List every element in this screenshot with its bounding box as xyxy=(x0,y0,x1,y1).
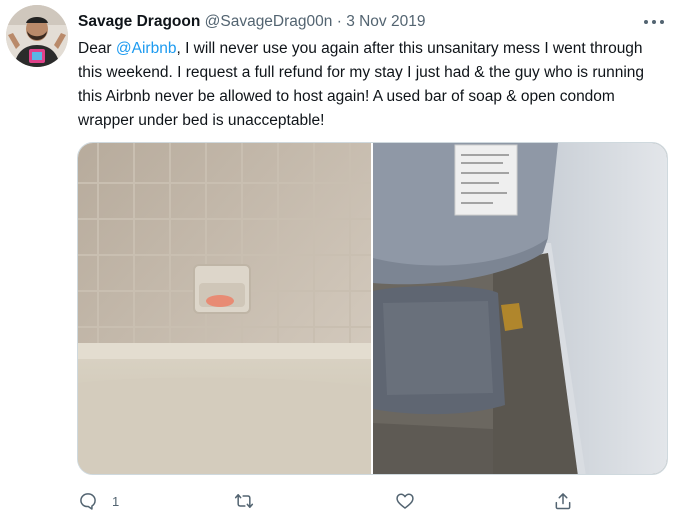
reply-bubble-icon xyxy=(80,493,96,510)
tweet-actions: 1 xyxy=(78,489,598,513)
more-options-icon[interactable] xyxy=(644,14,664,30)
tweet-date[interactable]: 3 Nov 2019 xyxy=(346,13,425,30)
avatar[interactable] xyxy=(6,5,68,67)
separator-dot: · xyxy=(336,13,342,30)
reply-count: 1 xyxy=(112,493,120,509)
tweet-text: Dear @Airbnb, I will never use you again… xyxy=(78,37,668,133)
share-upload-icon xyxy=(555,493,571,510)
heart-icon xyxy=(396,493,414,509)
under-bed-photo[interactable] xyxy=(373,143,667,474)
share-button[interactable] xyxy=(553,489,573,513)
mention-link[interactable]: @Airbnb xyxy=(116,40,177,57)
tweet-header: Savage Dragoon @SavageDrag00n · 3 Nov 20… xyxy=(78,12,638,32)
tweet-card: Savage Dragoon @SavageDrag00n · 3 Nov 20… xyxy=(0,0,680,517)
tweet-text-start: Dear xyxy=(78,40,116,57)
user-handle[interactable]: @SavageDrag00n xyxy=(205,13,333,30)
reply-button[interactable]: 1 xyxy=(78,489,119,513)
tweet-media xyxy=(77,142,668,475)
like-button[interactable] xyxy=(395,489,429,513)
retweet-icon xyxy=(234,494,254,508)
retweet-button[interactable] xyxy=(234,489,268,513)
bathroom-soap-photo[interactable] xyxy=(78,143,371,474)
display-name[interactable]: Savage Dragoon xyxy=(78,13,200,30)
